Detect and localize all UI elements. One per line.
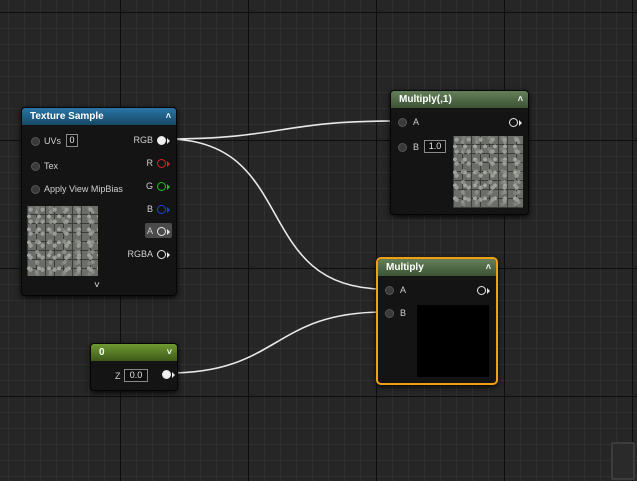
multiply-1-preview — [453, 136, 523, 208]
g-output-label: G — [145, 181, 153, 191]
wire-rgb-to-multiply1-a[interactable] — [165, 120, 395, 140]
constant-arrow-icon — [172, 372, 175, 378]
multiply-1-arrow-icon — [519, 120, 522, 126]
multiply-arrow-icon — [487, 288, 490, 294]
g-arrow-icon — [167, 184, 170, 190]
constant-value-field[interactable]: 0.0 — [124, 369, 148, 382]
multiply-1-b-label: B — [413, 142, 420, 152]
b-arrow-icon — [167, 207, 170, 213]
multiply-1-node[interactable]: Multiply(,1) ˄ A B 1.0 — [390, 90, 529, 215]
rgb-arrow-icon — [167, 138, 170, 144]
a-output-label: A — [146, 226, 153, 236]
multiply-b-label: B — [400, 308, 407, 318]
r-arrow-icon — [167, 161, 170, 167]
b-output-label: B — [146, 204, 153, 214]
multiply-1-title: Multiply(,1) — [399, 94, 452, 105]
multiply-title: Multiply — [386, 262, 424, 273]
rgb-output-label: RGB — [133, 135, 153, 145]
texture-sample-preview — [27, 206, 98, 276]
a-output-pin[interactable] — [157, 227, 166, 236]
multiply-output-pin[interactable] — [477, 286, 486, 295]
multiply-1-header[interactable]: Multiply(,1) ˄ — [391, 91, 528, 108]
constant-output-pin[interactable] — [162, 370, 171, 379]
uvs-label: UVs — [44, 136, 62, 146]
multiply-a-label: A — [400, 285, 407, 295]
texture-sample-header[interactable]: Texture Sample ˄ — [22, 108, 176, 125]
chevron-down-icon[interactable]: ˅ — [94, 280, 100, 291]
rgba-arrow-icon — [167, 252, 170, 258]
tex-label: Tex — [44, 161, 59, 171]
rgba-output-pin[interactable] — [157, 250, 166, 259]
r-output-pin[interactable] — [157, 159, 166, 168]
constant-output-label: Z — [115, 371, 121, 381]
apply-view-mipbias-label: Apply View MipBias — [44, 184, 123, 194]
r-output-label: R — [146, 158, 154, 168]
uvs-input-pin[interactable] — [31, 137, 40, 146]
multiply-preview — [417, 305, 489, 377]
multiply-1-b-pin[interactable] — [398, 143, 407, 152]
wire-rgb-to-multiply-a[interactable] — [165, 138, 385, 290]
multiply-a-pin[interactable] — [385, 286, 394, 295]
multiply-node[interactable]: Multiply ˄ A B — [376, 257, 498, 385]
multiply-1-a-label: A — [413, 117, 420, 127]
texture-sample-title: Texture Sample — [30, 111, 104, 122]
a-arrow-icon — [167, 229, 170, 235]
chevron-down-icon[interactable]: ˅ — [167, 344, 172, 361]
multiply-b-pin[interactable] — [385, 309, 394, 318]
g-output-pin[interactable] — [157, 182, 166, 191]
b-output-pin[interactable] — [157, 205, 166, 214]
constant-node[interactable]: 0 ˅ Z 0.0 — [90, 343, 178, 391]
uvs-value-field[interactable]: 0 — [66, 134, 78, 147]
constant-header[interactable]: 0 ˅ — [91, 344, 177, 361]
rgba-output-label: RGBA — [127, 249, 153, 259]
constant-title: 0 — [99, 347, 105, 358]
multiply-1-a-pin[interactable] — [398, 118, 407, 127]
chevron-up-icon[interactable]: ˄ — [486, 259, 491, 276]
mipbias-input-pin[interactable] — [31, 185, 40, 194]
scrollbar-thumb[interactable] — [611, 442, 635, 480]
multiply-1-output-pin[interactable] — [509, 118, 518, 127]
texture-sample-node[interactable]: Texture Sample ˄ UVs 0 Tex Apply View Mi… — [21, 107, 177, 296]
chevron-up-icon[interactable]: ˄ — [166, 108, 171, 125]
multiply-1-b-value-field[interactable]: 1.0 — [424, 140, 446, 153]
multiply-header[interactable]: Multiply ˄ — [378, 259, 496, 276]
chevron-up-icon[interactable]: ˄ — [518, 91, 523, 108]
wire-constant-to-multiply-b[interactable] — [167, 311, 385, 374]
rgb-output-pin[interactable] — [157, 136, 166, 145]
tex-input-pin[interactable] — [31, 162, 40, 171]
